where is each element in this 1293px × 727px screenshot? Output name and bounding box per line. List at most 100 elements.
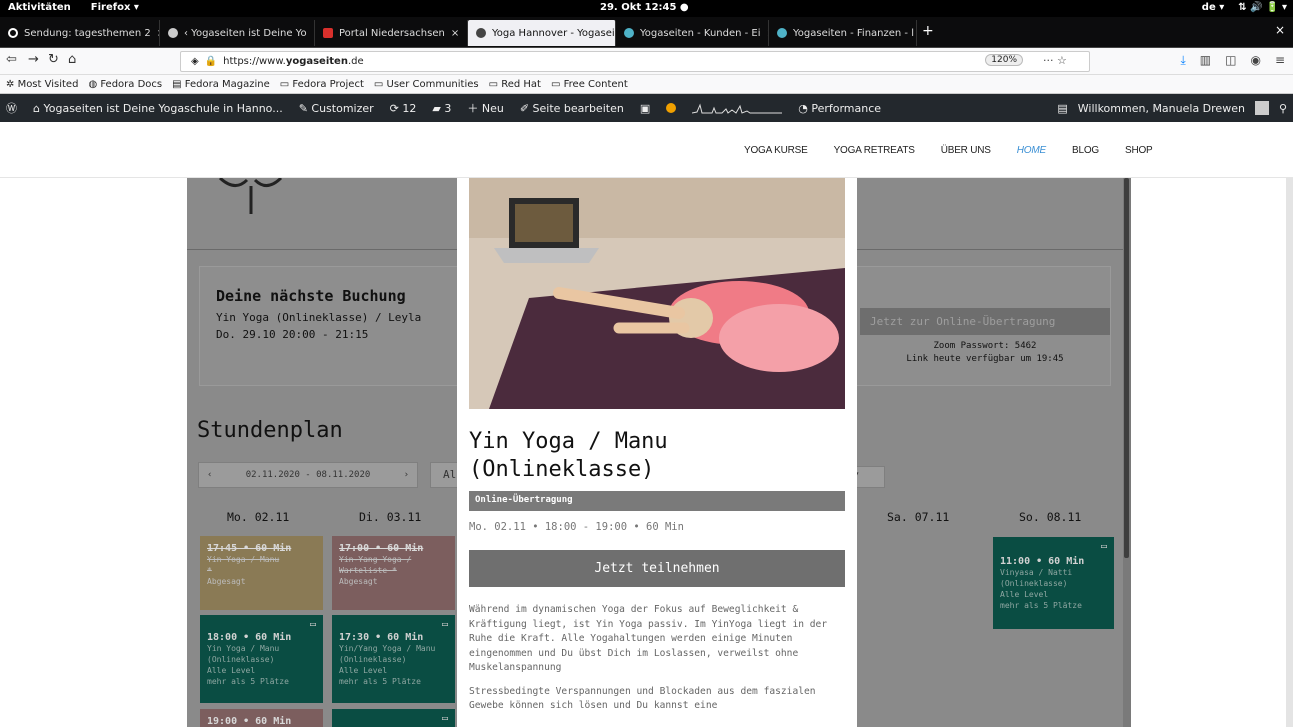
card-level: Alle Level: [1000, 590, 1049, 599]
forward-icon[interactable]: →: [28, 52, 39, 67]
close-window-icon[interactable]: ×: [1275, 23, 1285, 37]
bookmark-label: User Communities: [386, 78, 479, 90]
card-spots: mehr als 5 Plätze: [207, 677, 289, 686]
join-button[interactable]: Jetzt teilnehmen: [469, 550, 845, 587]
system-status-icons[interactable]: ⇅ 🔊 🔋 ▾: [1238, 2, 1287, 13]
scrollbar-thumb[interactable]: [1124, 178, 1129, 558]
bookmark-user-communities[interactable]: ▭ User Communities: [374, 79, 479, 90]
menu-home[interactable]: HOME: [1017, 145, 1046, 156]
url-text: https://www.yogaseiten.de: [223, 56, 363, 67]
menu-yoga-retreats[interactable]: YOGA RETREATS: [834, 145, 915, 156]
library-icon[interactable]: ▥: [1200, 53, 1211, 68]
card-spots: mehr als 5 Plätze: [1000, 601, 1082, 610]
shield-icon: [323, 28, 333, 38]
site-name-link[interactable]: ⌂ Yogaseiten ist Deine Yogaschule in Han…: [33, 102, 283, 115]
tab-finanzen[interactable]: Yogaseiten - Finanzen - l ×: [769, 20, 917, 46]
page-scrollbar[interactable]: [1286, 178, 1293, 727]
bookmark-label: Free Content: [563, 78, 628, 90]
tab-label: ‹ Yogaseiten ist Deine Yo: [184, 27, 307, 39]
yoast-icon[interactable]: ▣: [640, 102, 650, 115]
next-week-button[interactable]: ›: [404, 470, 409, 480]
lotus-icon: [168, 28, 178, 38]
menu-ueber-uns[interactable]: ÜBER UNS: [941, 145, 991, 156]
tab-portal-niedersachsen[interactable]: Portal Niedersachsen ×: [315, 20, 468, 46]
bookmark-most-visited[interactable]: ✲ Most Visited: [6, 79, 78, 90]
stats-sparkline[interactable]: [692, 102, 783, 114]
updates-link[interactable]: ⟳ 12: [390, 102, 417, 115]
sidebar-icon[interactable]: ◫: [1225, 53, 1236, 68]
menu-blog[interactable]: BLOG: [1072, 145, 1099, 156]
bookmark-fedora-docs[interactable]: ◍ Fedora Docs: [88, 79, 162, 90]
card-name: Vinyasa / Natti: [1000, 568, 1073, 577]
class-card[interactable]: 19:00 • 60 Min: [200, 709, 323, 727]
card-name: Yin Yoga / Manu: [207, 644, 280, 653]
class-card-cancelled[interactable]: 17:45 • 60 Min Yin Yoga / Manu * Abgesag…: [200, 536, 323, 610]
menu-shop[interactable]: SHOP: [1125, 145, 1153, 156]
class-detail-modal: Yin Yoga / Manu (Onlineklasse) Online-Üb…: [457, 178, 857, 727]
tab-label: Yogaseiten - Kunden - Ei: [640, 27, 761, 39]
url-bar[interactable]: ◈ 🔒 https://www.yogaseiten.de: [180, 51, 1090, 72]
wordpress-icon[interactable]: Ⓦ: [6, 100, 17, 116]
card-name: Yin/Yang Yoga / Manu: [339, 644, 436, 653]
new-content-link[interactable]: ＋ Neu: [467, 100, 503, 116]
lock-icon[interactable]: 🔒: [205, 56, 217, 67]
bookmark-red-hat[interactable]: ▭ Red Hat: [489, 79, 541, 90]
content-scrollbar[interactable]: [1123, 178, 1131, 727]
zoom-level[interactable]: 120%: [985, 54, 1023, 66]
card-level: Alle Level: [207, 666, 256, 675]
bookmark-fedora-project[interactable]: ▭ Fedora Project: [280, 79, 364, 90]
card-extra: Warteliste *: [339, 566, 397, 575]
class-card-online[interactable]: ▭ 17:30 • 60 Min Yin/Yang Yoga / Manu (O…: [332, 615, 455, 703]
tab-tagesthemen[interactable]: Sendung: tagesthemen 2 ×: [0, 20, 160, 46]
prev-week-button[interactable]: ‹: [207, 470, 212, 480]
zoom-password: Zoom Passwort: 5462: [933, 341, 1037, 351]
tab-yogaseiten-admin[interactable]: ‹ Yogaseiten ist Deine Yo ×: [160, 20, 315, 46]
menu-icon[interactable]: ≡: [1275, 53, 1285, 68]
url-tld: .de: [347, 56, 364, 67]
globe-icon: [624, 28, 634, 38]
class-card-online[interactable]: ▭ 11:00 • 60 Min Vinyasa / Natti (Online…: [993, 537, 1114, 629]
shield-icon[interactable]: ◈: [191, 56, 199, 67]
notification-icon[interactable]: ▤: [1057, 102, 1067, 115]
card-extra: (Onlineklasse): [1000, 579, 1068, 588]
tab-yoga-hannover[interactable]: Yoga Hannover - Yogasei ×: [468, 20, 616, 46]
day-header-sun: So. 08.11: [1019, 510, 1082, 524]
monitor-icon: ▭: [1100, 541, 1107, 552]
tab-label: Portal Niedersachsen: [339, 27, 445, 39]
menu-yoga-kurse[interactable]: YOGA KURSE: [744, 145, 808, 156]
edit-page-link[interactable]: ✐ Seite bearbeiten: [520, 102, 624, 115]
app-menu[interactable]: Firefox ▾: [91, 2, 139, 13]
greeting[interactable]: Willkommen, Manuela Drewen: [1078, 102, 1245, 115]
bookmark-free-content[interactable]: ▭ Free Content: [551, 79, 628, 90]
avatar[interactable]: [1254, 101, 1269, 115]
performance-link[interactable]: ◔ Performance: [798, 102, 881, 115]
class-card-online[interactable]: ▭: [332, 709, 455, 727]
search-icon[interactable]: ⚲: [1279, 102, 1287, 115]
tab-kunden[interactable]: Yogaseiten - Kunden - Ei ×: [616, 20, 769, 46]
card-time: 19:00 • 60 Min: [207, 716, 292, 727]
class-card-cancelled[interactable]: 17:00 • 60 Min Yin-Yang Yoga / Wartelist…: [332, 536, 455, 610]
language-indicator[interactable]: de ▾: [1202, 2, 1224, 13]
new-label: Neu: [481, 102, 504, 115]
back-icon[interactable]: ⇦: [6, 52, 17, 67]
online-stream-button[interactable]: Jetzt zur Online-Übertragung: [860, 308, 1110, 335]
class-card-online[interactable]: ▭ 18:00 • 60 Min Yin Yoga / Manu (Online…: [200, 615, 323, 703]
home-icon[interactable]: ⌂: [68, 52, 76, 67]
close-icon[interactable]: ×: [451, 28, 459, 39]
page-actions[interactable]: ··· ☆: [1043, 54, 1067, 67]
clock[interactable]: 29. Okt 12:45 ●: [600, 2, 689, 13]
download-icon[interactable]: ⤓: [1180, 53, 1185, 68]
bookmark-label: Fedora Project: [292, 78, 364, 90]
comments-link[interactable]: ▰ 3: [432, 102, 451, 115]
extension-icon[interactable]: ◉: [1250, 53, 1260, 68]
seo-status-icon[interactable]: [666, 103, 677, 113]
reload-icon[interactable]: ↻: [48, 52, 59, 67]
activities-button[interactable]: Aktivitäten: [8, 2, 71, 13]
card-name: Yin Yoga / Manu: [207, 555, 280, 564]
bookmark-fedora-magazine[interactable]: ▤ Fedora Magazine: [172, 79, 270, 90]
new-tab-button[interactable]: +: [922, 23, 934, 39]
customizer-link[interactable]: ✎ Customizer: [299, 102, 374, 115]
main-menu: YOGA KURSE YOGA RETREATS ÜBER UNS HOME B…: [744, 122, 1153, 178]
card-time: 18:00 • 60 Min: [207, 632, 292, 643]
week-selector[interactable]: ‹ 02.11.2020 - 08.11.2020 ›: [198, 462, 418, 488]
